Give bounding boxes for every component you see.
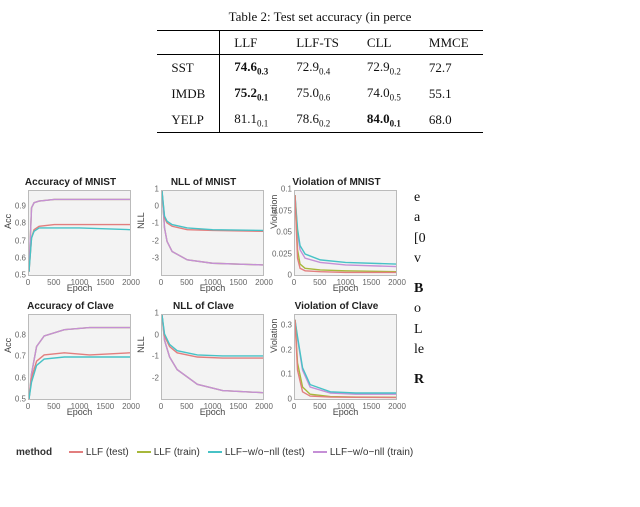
frag: e <box>414 190 420 205</box>
legend-item-label: LLF (train) <box>154 447 200 458</box>
y-ticks: 0.50.60.70.8 <box>10 314 26 400</box>
legend-swatch <box>313 451 327 453</box>
chart-vio-mnist: Violation of MNISTViolationEpoch00.0250.… <box>270 176 403 294</box>
y-ticks: 00.10.20.3 <box>276 314 292 400</box>
chart-nll-mnist: NLL of MNISTNLLEpoch-3-2-101050010001500… <box>137 176 270 294</box>
chart-acc-clave: Accuracy of ClaveAccEpoch0.50.60.70.8050… <box>4 300 137 418</box>
table-header-row: LLF LLF-TS CLL MMCE <box>157 30 482 55</box>
legend-item-label: LLF−w/o−nll (train) <box>330 447 413 458</box>
table-cell: 84.00.1 <box>353 107 415 133</box>
frag: R <box>414 372 424 387</box>
table-cell: 55.1 <box>415 81 483 107</box>
col-blank <box>157 30 219 55</box>
col-cll: CLL <box>353 30 415 55</box>
frag: L <box>414 322 423 337</box>
table-area: Table 2: Test set accuracy (in perce LLF… <box>0 0 640 135</box>
chart-nll-clave: NLL of ClaveNLLEpoch-2-10105001000150020… <box>137 300 270 418</box>
frag: o <box>414 301 421 316</box>
x-ticks: 0500100015002000 <box>294 278 397 288</box>
plot-area <box>294 190 397 276</box>
table-cell: 75.20.1 <box>220 81 283 107</box>
y-ticks: 00.0250.050.0750.1 <box>276 190 292 276</box>
figure-grid: Accuracy of MNISTAccEpoch0.50.60.70.80.9… <box>4 176 404 476</box>
table-cell: 74.60.3 <box>220 55 283 81</box>
legend-swatch <box>208 451 222 453</box>
frag: a <box>414 210 420 225</box>
accuracy-table: LLF LLF-TS CLL MMCE SST74.60.372.90.472.… <box>157 30 482 134</box>
row-name: YELP <box>157 107 219 133</box>
row-name: IMDB <box>157 81 219 107</box>
plot-area <box>161 190 264 276</box>
x-ticks: 0500100015002000 <box>294 402 397 412</box>
chart-vio-clave: Violation of ClaveViolationEpoch00.10.20… <box>270 300 403 418</box>
x-ticks: 0500100015002000 <box>161 278 264 288</box>
legend-swatch <box>69 451 83 453</box>
table-cell: 72.90.4 <box>282 55 353 81</box>
chart-acc-mnist: Accuracy of MNISTAccEpoch0.50.60.70.80.9… <box>4 176 137 294</box>
col-mmce: MMCE <box>415 30 483 55</box>
y-ticks: -3-2-101 <box>143 190 159 276</box>
table-cell: 72.90.2 <box>353 55 415 81</box>
x-ticks: 0500100015002000 <box>28 278 131 288</box>
table-cell: 68.0 <box>415 107 483 133</box>
table-cell: 74.00.5 <box>353 81 415 107</box>
body-text-fragment: e a [0 v B o L le R <box>414 188 640 401</box>
table-row: YELP81.10.178.60.284.00.168.0 <box>157 107 482 133</box>
frag: [0 <box>414 231 426 246</box>
table-cell: 75.00.6 <box>282 81 353 107</box>
table-cell: 72.7 <box>415 55 483 81</box>
table-caption: Table 2: Test set accuracy (in perce <box>8 8 632 26</box>
plot-area <box>28 314 131 400</box>
row-name: SST <box>157 55 219 81</box>
y-ticks: 0.50.60.70.80.9 <box>10 190 26 276</box>
legend-swatch <box>137 451 151 453</box>
plot-area <box>28 190 131 276</box>
frag: B <box>414 281 423 296</box>
frag: v <box>414 251 421 266</box>
col-llf: LLF <box>220 30 283 55</box>
legend-label: method <box>16 447 52 458</box>
frag: le <box>414 342 424 357</box>
legend-item-label: LLF (test) <box>86 447 129 458</box>
figure-legend: method LLF (test) LLF (train) LLF−w/o−nll … <box>16 446 413 460</box>
table-row: IMDB75.20.175.00.674.00.555.1 <box>157 81 482 107</box>
plot-area <box>294 314 397 400</box>
table-cell: 81.10.1 <box>220 107 283 133</box>
chart-title: Accuracy of MNIST <box>4 176 137 190</box>
legend-item-label: LLF−w/o−nll (test) <box>225 447 305 458</box>
plot-area <box>161 314 264 400</box>
col-llfts: LLF-TS <box>282 30 353 55</box>
x-ticks: 0500100015002000 <box>161 402 264 412</box>
y-ticks: -2-101 <box>143 314 159 400</box>
x-ticks: 0500100015002000 <box>28 402 131 412</box>
chart-title: Violation of Clave <box>270 300 403 314</box>
table-cell: 78.60.2 <box>282 107 353 133</box>
chart-title: Accuracy of Clave <box>4 300 137 314</box>
table-row: SST74.60.372.90.472.90.272.7 <box>157 55 482 81</box>
